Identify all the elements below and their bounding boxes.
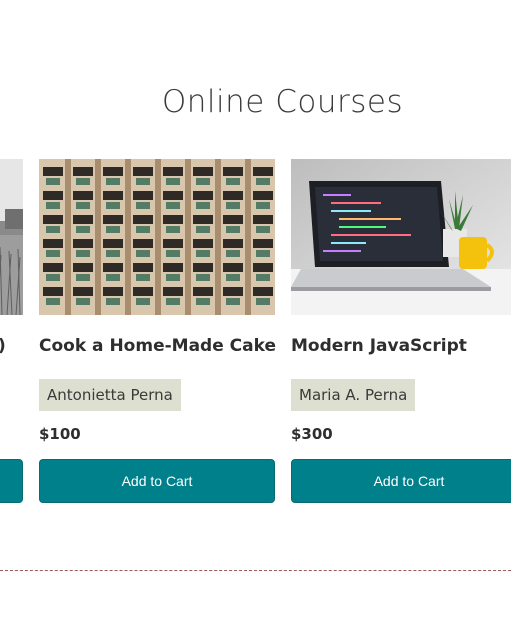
section-divider (0, 570, 511, 571)
course-image (291, 159, 511, 315)
course-title: ) (0, 336, 6, 356)
laptop-photo (291, 159, 511, 315)
course-title: Modern JavaScript (291, 336, 467, 356)
field-photo (0, 159, 23, 315)
course-price: $100 (39, 425, 81, 443)
course-price: $300 (291, 425, 333, 443)
author-badge: Maria A. Perna (291, 379, 416, 411)
add-to-cart-button[interactable]: Add to Cart (291, 459, 511, 503)
course-title: Cook a Home-Made Cake (39, 336, 276, 356)
add-to-cart-button[interactable]: Add to Cart (39, 459, 275, 503)
course-image (39, 159, 275, 315)
course-image (0, 159, 23, 315)
author-badge: Antonietta Perna (39, 379, 181, 411)
page: Online Courses ) (0, 0, 511, 630)
add-to-cart-button[interactable] (0, 459, 23, 503)
building-photo (39, 159, 275, 315)
section-title: Online Courses (161, 84, 404, 120)
